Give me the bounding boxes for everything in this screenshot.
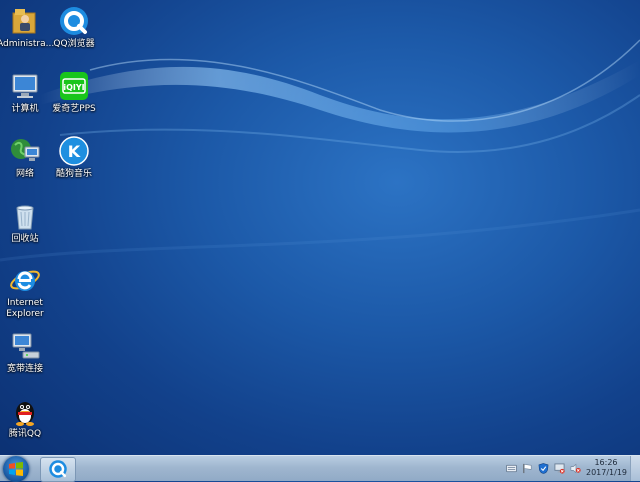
qq-browser-icon xyxy=(49,460,67,478)
kugou-logo-letter: K xyxy=(68,142,81,161)
desktop-icon-internet-explorer[interactable]: Internet Explorer xyxy=(0,264,53,320)
taskbar-clock[interactable]: 16:26 2017/1/19 xyxy=(586,458,628,478)
start-button[interactable] xyxy=(3,456,29,482)
computer-icon xyxy=(9,70,41,102)
desktop-icon-recycle-bin[interactable]: 回收站 xyxy=(0,200,53,245)
taskbar-qq-browser-button[interactable] xyxy=(40,457,76,482)
internet-explorer-icon xyxy=(9,264,41,296)
desktop-icon-label: 宽带连接 xyxy=(6,364,43,374)
show-desktop-button[interactable] xyxy=(630,456,640,481)
user-folder-icon xyxy=(9,5,41,37)
desktop-icon-label: 酷狗音乐 xyxy=(55,169,92,179)
clock-date: 2017/1/19 xyxy=(586,468,628,477)
desktop-icon-iqiyi[interactable]: iQIYI 爱奇艺PPS xyxy=(46,70,102,115)
desktop-icon-label: 爱奇艺PPS xyxy=(52,104,96,114)
desktop-icon-qq-browser[interactable]: QQ浏览器 xyxy=(46,5,102,50)
tencent-qq-icon xyxy=(9,395,41,427)
recycle-bin-icon xyxy=(9,200,41,232)
desktop-icon-label: QQ浏览器 xyxy=(53,39,95,49)
broadband-connection-icon xyxy=(9,330,41,362)
taskbar: 16:26 2017/1/19 xyxy=(0,455,640,482)
keyboard-icon[interactable] xyxy=(506,463,517,474)
desktop-icon-label: 腾讯QQ xyxy=(8,429,42,439)
volume-muted-icon[interactable] xyxy=(570,463,581,474)
shield-icon[interactable] xyxy=(538,463,549,474)
network-icon xyxy=(9,135,41,167)
windows-logo-icon xyxy=(9,462,23,476)
iqiyi-icon: iQIYI xyxy=(58,70,90,102)
flag-icon[interactable] xyxy=(522,463,533,474)
network-warning-icon[interactable] xyxy=(554,463,565,474)
clock-time: 16:26 xyxy=(594,458,618,467)
desktop-icon-broadband[interactable]: 宽带连接 xyxy=(0,330,53,375)
desktop-icon-kugou[interactable]: K 酷狗音乐 xyxy=(46,135,102,180)
desktop-icon-tencent-qq[interactable]: 腾讯QQ xyxy=(0,395,53,440)
desktop-icon-label: Internet Explorer xyxy=(6,298,44,319)
kugou-icon: K xyxy=(58,135,90,167)
desktop-icon-label: 回收站 xyxy=(11,234,39,244)
qq-browser-icon xyxy=(58,5,90,37)
iqiyi-logo-text: iQIYI xyxy=(63,83,84,92)
